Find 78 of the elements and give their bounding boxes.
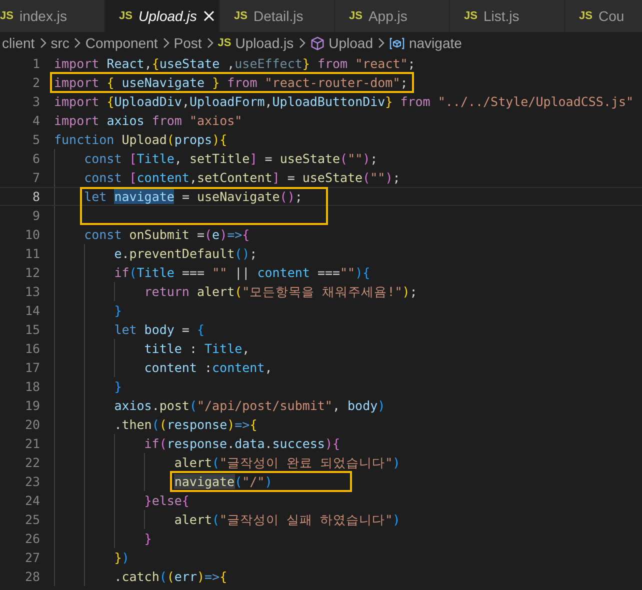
line-number: 23 xyxy=(24,473,41,491)
line-number: 11 xyxy=(24,245,41,263)
code-line: let navigate = useNavigate(); xyxy=(84,189,302,204)
code-line: const [Title, setTitle] = useState(""); xyxy=(84,151,378,166)
chevron-icon xyxy=(298,37,306,49)
code-line: } xyxy=(114,379,122,394)
line-number: 3 xyxy=(31,93,41,111)
line-number: 21 xyxy=(24,435,41,453)
code-line: content :content, xyxy=(144,360,272,375)
code-line: const [content,setContent] = useState(""); xyxy=(84,170,400,185)
close-icon[interactable] xyxy=(202,10,215,22)
code-line: import { useNavigate } from "react-router-dom"; xyxy=(54,75,408,90)
chevron-icon xyxy=(206,37,214,49)
code-line: .then((response)=>{ xyxy=(114,417,258,432)
chevron-icon xyxy=(73,37,82,49)
chevron-icon xyxy=(162,37,170,49)
line-number: 13 xyxy=(24,283,41,301)
code-line: if(response.data.success){ xyxy=(144,436,340,451)
line-number: 10 xyxy=(24,226,41,244)
line-number: 9 xyxy=(31,207,41,225)
line-number: 18 xyxy=(24,378,41,396)
code-line: import React,{useState ,useEffect} from "react"; xyxy=(54,56,416,71)
code-line: }else{ xyxy=(144,493,190,508)
code-line: e.preventDefault(); xyxy=(114,246,258,261)
line-number: 19 xyxy=(24,397,41,415)
code-line: return alert("모든항목을 채워주세욤!"); xyxy=(144,284,418,299)
line-number: 20 xyxy=(24,416,41,434)
code-line: .catch((err)=>{ xyxy=(114,569,228,584)
code-line: const onSubmit =(e)=>{ xyxy=(84,227,250,242)
code-line: }) xyxy=(114,550,130,565)
editor-tab[interactable]: JS index.js xyxy=(0,0,105,32)
line-number: 17 xyxy=(24,359,41,377)
breadcrumb-item[interactable]: navigate xyxy=(408,35,462,51)
editor-tab[interactable]: JS List.js xyxy=(450,0,565,32)
code-line: import axios from "axios" xyxy=(54,113,242,128)
line-number: 16 xyxy=(24,340,41,358)
code-line: axios.post("/api/post/submit", body) xyxy=(114,398,386,413)
chevron-icon xyxy=(376,37,385,49)
code-line: alert("글작성이 완료 되었습니다") xyxy=(174,455,400,470)
breadcrumb-item[interactable]: Component xyxy=(85,35,158,51)
line-number: 12 xyxy=(24,264,41,282)
line-number: 26 xyxy=(24,530,41,548)
breadcrumb-item[interactable]: Upload.js xyxy=(235,35,294,51)
code-line: import {UploadDiv,UploadForm,UploadButtonDiv} from "../../Style/UploadCSS.js" xyxy=(54,94,634,109)
line-number: 24 xyxy=(24,492,41,510)
breadcrumb-item[interactable]: Upload xyxy=(328,35,373,51)
code-line: } xyxy=(144,531,152,546)
line-number: 8 xyxy=(31,188,41,205)
line-number: 15 xyxy=(24,321,41,339)
breadcrumb-item[interactable]: src xyxy=(50,35,70,51)
code-line: function Upload(props){ xyxy=(54,132,228,147)
line-number: 7 xyxy=(31,169,41,187)
variable-icon xyxy=(388,36,405,50)
code-line: title : Title, xyxy=(144,341,250,356)
line-number: 27 xyxy=(24,549,41,567)
breadcrumb-item[interactable]: client xyxy=(2,35,35,51)
js-file-label: JS xyxy=(218,37,232,49)
editor-tab[interactable]: JS App.js xyxy=(335,0,450,32)
line-number: 2 xyxy=(31,74,41,92)
chevron-icon xyxy=(38,37,47,49)
line-number: 22 xyxy=(24,454,41,472)
code-line: } xyxy=(114,303,122,318)
editor-tab[interactable]: JS Detail.js xyxy=(220,0,335,32)
line-number: 4 xyxy=(31,112,41,130)
line-number: 1 xyxy=(31,55,41,73)
line-number: 28 xyxy=(24,568,41,586)
editor-tab[interactable]: JS Upload.js xyxy=(105,0,220,32)
cube-icon xyxy=(310,36,325,50)
code-line: let body = { xyxy=(114,322,205,337)
breadcrumb-item[interactable]: Post xyxy=(174,35,202,51)
code-line: navigate("/") xyxy=(174,474,272,489)
line-number: 5 xyxy=(31,131,41,149)
line-number: 25 xyxy=(24,511,41,529)
code-line: alert("글작성이 실패 하였습니다") xyxy=(174,512,400,527)
editor-tab[interactable]: JS Cou xyxy=(565,0,642,32)
line-number: 14 xyxy=(24,302,41,320)
code-line: if(Title === "" || content ===""){ xyxy=(114,265,370,280)
line-number: 6 xyxy=(31,150,41,168)
